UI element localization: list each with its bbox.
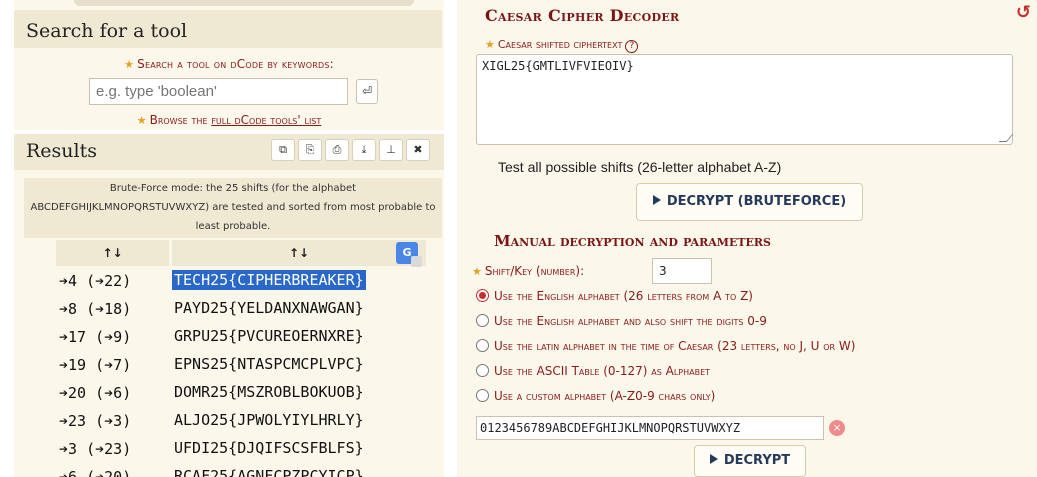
plaintext-cell[interactable]: TECH25{CIPHERBREAKER} bbox=[172, 270, 366, 290]
plaintext-cell[interactable]: PAYD25{YELDANXNAWGAN} bbox=[172, 298, 366, 318]
radio-button[interactable] bbox=[476, 389, 489, 402]
shift-key-label-text: Shift/Key (number): bbox=[484, 264, 585, 278]
save-icon[interactable]: ⎘ bbox=[298, 139, 322, 161]
table-row: ➔23 (➔3) ALJO25{JPWOLYIYLHRLY} bbox=[56, 406, 426, 434]
table-row: ➔4 (➔22) TECH25{CIPHERBREAKER} bbox=[56, 266, 426, 294]
plaintext-cell[interactable]: UFDI25{DJQIFSCSFBLFS} bbox=[172, 438, 366, 458]
plaintext-cell[interactable]: ALJO25{JPWOLYIYLHRLY} bbox=[172, 410, 366, 430]
star-icon: ★ bbox=[485, 38, 495, 51]
shift-cell: ➔23 (➔3) bbox=[59, 412, 132, 430]
shift-cell: ➔17 (➔9) bbox=[59, 328, 132, 346]
table-row: ➔6 (➔20) RCAF25{AGNFCPZPCYICP} bbox=[56, 462, 426, 477]
browse-tools: ★ Browse the full dCode tools' list bbox=[14, 113, 444, 127]
radio-button[interactable] bbox=[476, 289, 489, 302]
custom-alphabet-input[interactable] bbox=[476, 416, 824, 440]
alphabet-option[interactable]: Use the ASCII Table (0-127) as Alphabet bbox=[476, 364, 710, 382]
alphabet-option-label: Use the ASCII Table (0-127) as Alphabet bbox=[494, 364, 711, 378]
results-title: Results bbox=[26, 140, 97, 162]
alphabet-option[interactable]: Use a custom alphabet (A-Z0-9 chars only… bbox=[476, 389, 715, 407]
tool-search-section: Search for a tool ★ Search a tool on dCod… bbox=[14, 0, 444, 130]
plaintext-cell[interactable]: EPNS25{NTASPCMCPLVPC} bbox=[172, 354, 366, 374]
alphabet-option-label: Use a custom alphabet (A-Z0-9 chars only… bbox=[494, 389, 716, 403]
radio-button[interactable] bbox=[476, 339, 489, 352]
star-icon: ★ bbox=[472, 265, 482, 278]
ciphertext-label-text: Caesar shifted ciphertext bbox=[497, 38, 623, 51]
table-row: ➔20 (➔6) DOMR25{MSZROBLBOKUOB} bbox=[56, 378, 426, 406]
results-rows: ➔4 (➔22) TECH25{CIPHERBREAKER} ➔8 (➔18) PAY… bbox=[56, 266, 426, 477]
manual-decryption-title: Manual decryption and parameters bbox=[494, 232, 771, 250]
bruteforce-note: Brute-Force mode: the 25 shifts (for the… bbox=[24, 178, 442, 238]
ciphertext-label: ★ Caesar shifted ciphertext? bbox=[485, 38, 639, 53]
alphabet-option[interactable]: Use the English alphabet (26 letters fro… bbox=[476, 289, 753, 307]
table-row: ➔17 (➔9) GRPU25{PVCUREOERNXRE} bbox=[56, 322, 426, 350]
plaintext-cell[interactable]: DOMR25{MSZROBLBOKUOB} bbox=[172, 382, 366, 402]
alphabet-option[interactable]: Use the latin alphabet in the time of Ca… bbox=[476, 339, 855, 357]
full-tools-list-link[interactable]: full dCode tools' list bbox=[211, 113, 321, 127]
alphabet-option[interactable]: Use the English alphabet and also shift … bbox=[476, 314, 767, 332]
decrypt-bruteforce-button[interactable]: DECRYPT (BRUTEFORCE) bbox=[636, 183, 863, 221]
sort-shift-header[interactable]: ↑↓ bbox=[56, 240, 169, 266]
shift-cell: ➔6 (➔20) bbox=[59, 468, 132, 477]
results-table-header: ↑↓ ↑↓ G bbox=[56, 240, 426, 267]
table-row: ➔3 (➔23) UFDI25{DJQIFSCSFBLFS} bbox=[56, 434, 426, 462]
shift-cell: ➔8 (➔18) bbox=[59, 300, 132, 318]
shift-cell: ➔4 (➔22) bbox=[59, 272, 132, 290]
radio-button[interactable] bbox=[476, 364, 489, 377]
play-icon bbox=[709, 454, 718, 464]
help-icon[interactable]: ? bbox=[625, 40, 639, 53]
print-icon[interactable]: ⎙ bbox=[325, 139, 349, 161]
results-toolbar: ⧉ ⎘ ⎙ ⤓ ⊥ ✖ bbox=[271, 139, 430, 161]
shift-cell: ➔3 (➔23) bbox=[59, 440, 132, 458]
keyword-label: ★ Search a tool on dCode by keywords: bbox=[14, 57, 444, 71]
translate-icon[interactable]: G bbox=[396, 242, 422, 267]
copy-icon[interactable]: ⧉ bbox=[271, 139, 295, 161]
alphabet-option-label: Use the English alphabet (26 letters fro… bbox=[494, 289, 753, 303]
alphabet-option-label: Use the latin alphabet in the time of Ca… bbox=[494, 339, 856, 353]
decrypt-label: DECRYPT bbox=[723, 453, 791, 468]
ciphertext-textarea[interactable]: XIGL25{GMTLIVFVIEOIV} bbox=[476, 54, 1014, 145]
star-icon: ★ bbox=[136, 114, 147, 127]
shift-cell: ➔20 (➔6) bbox=[59, 384, 132, 402]
search-title: Search for a tool bbox=[26, 20, 188, 42]
left-panel: Search for a tool ★ Search a tool on dCod… bbox=[14, 0, 444, 477]
browse-prefix: Browse the bbox=[149, 113, 212, 127]
refresh-icon[interactable]: ↺ bbox=[1016, 2, 1031, 23]
play-icon bbox=[652, 195, 661, 205]
keyword-label-text: Search a tool on dCode by keywords: bbox=[137, 57, 334, 71]
alphabet-option-label: Use the English alphabet and also shift … bbox=[494, 314, 767, 328]
download-icon[interactable]: ⤓ bbox=[352, 139, 376, 161]
shift-cell: ➔19 (➔7) bbox=[59, 356, 132, 374]
results-table: ↑↓ ↑↓ G ➔4 (➔22) TECH25{CIPHERBREAKER} ➔8 … bbox=[56, 240, 426, 477]
decorative-curve bbox=[74, 0, 414, 6]
search-submit-button[interactable]: ⏎ bbox=[356, 79, 378, 104]
resize-grip-icon[interactable] bbox=[998, 134, 1014, 142]
ciphertext-value: XIGL25{GMTLIVFVIEOIV} bbox=[482, 59, 634, 73]
results-body: Brute-Force mode: the 25 shifts (for the… bbox=[14, 170, 444, 477]
decrypt-button[interactable]: DECRYPT bbox=[694, 445, 806, 477]
plaintext-cell[interactable]: RCAF25{AGNFCPZPCYICP} bbox=[172, 466, 366, 477]
shift-key-input[interactable] bbox=[652, 258, 712, 284]
plaintext-cell[interactable]: GRPU25{PVCUREOERNXRE} bbox=[172, 326, 366, 346]
shift-key-label: ★ Shift/Key (number): bbox=[472, 264, 584, 278]
sort-text-header[interactable]: ↑↓ bbox=[172, 240, 426, 266]
decoder-panel: Caesar Cipher Decoder ↺ ★ Caesar shifted … bbox=[457, 0, 1037, 477]
close-icon[interactable]: ✖ bbox=[406, 139, 430, 161]
star-icon: ★ bbox=[124, 58, 135, 71]
clear-icon[interactable]: × bbox=[829, 420, 845, 436]
table-row: ➔19 (➔7) EPNS25{NTASPCMCPLVPC} bbox=[56, 350, 426, 378]
decoder-title: Caesar Cipher Decoder bbox=[485, 6, 680, 25]
table-row: ➔8 (➔18) PAYD25{YELDANXNAWGAN} bbox=[56, 294, 426, 322]
radio-button[interactable] bbox=[476, 314, 489, 327]
results-header: Results ⧉ ⎘ ⎙ ⤓ ⊥ ✖ bbox=[14, 134, 444, 170]
pin-icon[interactable]: ⊥ bbox=[379, 139, 403, 161]
search-header: Search for a tool bbox=[14, 10, 442, 48]
tool-search-input[interactable] bbox=[89, 78, 348, 105]
test-all-label: Test all possible shifts (26-letter alph… bbox=[498, 159, 782, 175]
decrypt-bruteforce-label: DECRYPT (BRUTEFORCE) bbox=[666, 194, 847, 209]
